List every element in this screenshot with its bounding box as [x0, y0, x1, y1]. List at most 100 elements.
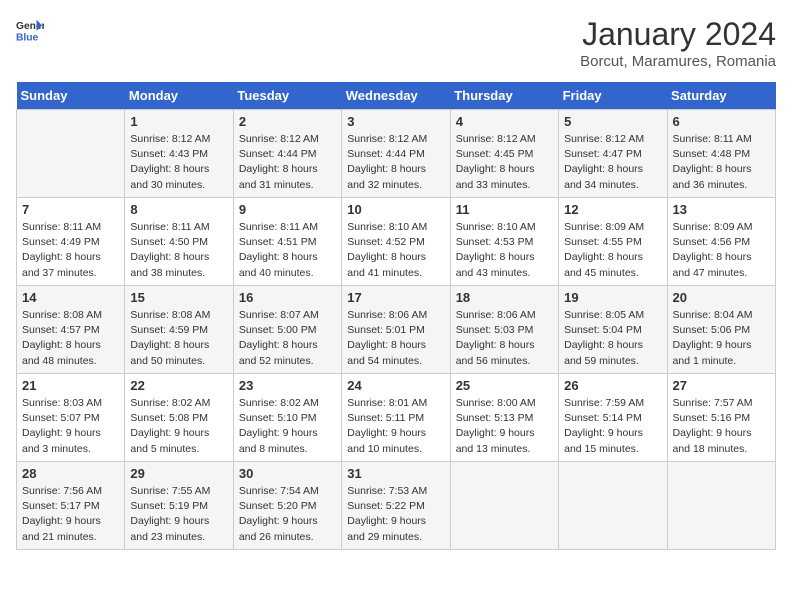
day-number: 16 — [239, 290, 336, 305]
title-area: January 2024 Borcut, Maramures, Romania — [580, 16, 776, 70]
calendar-cell-4-4 — [450, 462, 558, 550]
day-info: Sunrise: 8:11 AM Sunset: 4:49 PM Dayligh… — [22, 220, 119, 281]
day-info: Sunrise: 8:01 AM Sunset: 5:11 PM Dayligh… — [347, 396, 444, 457]
calendar-cell-2-0: 14 Sunrise: 8:08 AM Sunset: 4:57 PM Dayl… — [17, 286, 125, 374]
day-number: 5 — [564, 114, 661, 129]
day-info: Sunrise: 8:11 AM Sunset: 4:48 PM Dayligh… — [673, 132, 770, 193]
day-info: Sunrise: 8:02 AM Sunset: 5:08 PM Dayligh… — [130, 396, 227, 457]
day-number: 10 — [347, 202, 444, 217]
day-number: 31 — [347, 466, 444, 481]
col-thursday: Thursday — [450, 82, 558, 110]
week-row-0: 1 Sunrise: 8:12 AM Sunset: 4:43 PM Dayli… — [17, 110, 776, 198]
day-info: Sunrise: 7:55 AM Sunset: 5:19 PM Dayligh… — [130, 484, 227, 545]
day-info: Sunrise: 8:08 AM Sunset: 4:57 PM Dayligh… — [22, 308, 119, 369]
calendar-cell-1-2: 9 Sunrise: 8:11 AM Sunset: 4:51 PM Dayli… — [233, 198, 341, 286]
day-number: 13 — [673, 202, 770, 217]
calendar-cell-1-0: 7 Sunrise: 8:11 AM Sunset: 4:49 PM Dayli… — [17, 198, 125, 286]
calendar-table: Sunday Monday Tuesday Wednesday Thursday… — [16, 82, 776, 550]
day-info: Sunrise: 8:07 AM Sunset: 5:00 PM Dayligh… — [239, 308, 336, 369]
calendar-cell-3-4: 25 Sunrise: 8:00 AM Sunset: 5:13 PM Dayl… — [450, 374, 558, 462]
col-saturday: Saturday — [667, 82, 775, 110]
logo-icon: General Blue — [16, 16, 44, 44]
day-number: 17 — [347, 290, 444, 305]
day-number: 30 — [239, 466, 336, 481]
calendar-header-row: Sunday Monday Tuesday Wednesday Thursday… — [17, 82, 776, 110]
day-info: Sunrise: 7:54 AM Sunset: 5:20 PM Dayligh… — [239, 484, 336, 545]
day-number: 7 — [22, 202, 119, 217]
day-info: Sunrise: 7:56 AM Sunset: 5:17 PM Dayligh… — [22, 484, 119, 545]
day-number: 2 — [239, 114, 336, 129]
calendar-cell-1-6: 13 Sunrise: 8:09 AM Sunset: 4:56 PM Dayl… — [667, 198, 775, 286]
day-info: Sunrise: 8:09 AM Sunset: 4:56 PM Dayligh… — [673, 220, 770, 281]
week-row-2: 14 Sunrise: 8:08 AM Sunset: 4:57 PM Dayl… — [17, 286, 776, 374]
day-info: Sunrise: 8:05 AM Sunset: 5:04 PM Dayligh… — [564, 308, 661, 369]
col-wednesday: Wednesday — [342, 82, 450, 110]
month-title: January 2024 — [580, 16, 776, 53]
day-info: Sunrise: 8:03 AM Sunset: 5:07 PM Dayligh… — [22, 396, 119, 457]
day-info: Sunrise: 8:09 AM Sunset: 4:55 PM Dayligh… — [564, 220, 661, 281]
calendar-cell-0-6: 6 Sunrise: 8:11 AM Sunset: 4:48 PM Dayli… — [667, 110, 775, 198]
day-info: Sunrise: 8:08 AM Sunset: 4:59 PM Dayligh… — [130, 308, 227, 369]
calendar-cell-4-1: 29 Sunrise: 7:55 AM Sunset: 5:19 PM Dayl… — [125, 462, 233, 550]
col-monday: Monday — [125, 82, 233, 110]
calendar-cell-0-1: 1 Sunrise: 8:12 AM Sunset: 4:43 PM Dayli… — [125, 110, 233, 198]
day-number: 18 — [456, 290, 553, 305]
day-number: 9 — [239, 202, 336, 217]
day-number: 27 — [673, 378, 770, 393]
calendar-cell-3-1: 22 Sunrise: 8:02 AM Sunset: 5:08 PM Dayl… — [125, 374, 233, 462]
calendar-cell-4-3: 31 Sunrise: 7:53 AM Sunset: 5:22 PM Dayl… — [342, 462, 450, 550]
day-number: 3 — [347, 114, 444, 129]
col-tuesday: Tuesday — [233, 82, 341, 110]
day-number: 29 — [130, 466, 227, 481]
calendar-cell-0-0 — [17, 110, 125, 198]
day-number: 4 — [456, 114, 553, 129]
day-number: 22 — [130, 378, 227, 393]
day-info: Sunrise: 8:12 AM Sunset: 4:44 PM Dayligh… — [347, 132, 444, 193]
calendar-cell-1-3: 10 Sunrise: 8:10 AM Sunset: 4:52 PM Dayl… — [342, 198, 450, 286]
calendar-cell-1-5: 12 Sunrise: 8:09 AM Sunset: 4:55 PM Dayl… — [559, 198, 667, 286]
day-info: Sunrise: 7:57 AM Sunset: 5:16 PM Dayligh… — [673, 396, 770, 457]
day-info: Sunrise: 8:00 AM Sunset: 5:13 PM Dayligh… — [456, 396, 553, 457]
calendar-cell-2-1: 15 Sunrise: 8:08 AM Sunset: 4:59 PM Dayl… — [125, 286, 233, 374]
calendar-cell-4-0: 28 Sunrise: 7:56 AM Sunset: 5:17 PM Dayl… — [17, 462, 125, 550]
calendar-cell-0-3: 3 Sunrise: 8:12 AM Sunset: 4:44 PM Dayli… — [342, 110, 450, 198]
calendar-cell-2-6: 20 Sunrise: 8:04 AM Sunset: 5:06 PM Dayl… — [667, 286, 775, 374]
day-number: 28 — [22, 466, 119, 481]
day-info: Sunrise: 8:02 AM Sunset: 5:10 PM Dayligh… — [239, 396, 336, 457]
calendar-cell-3-0: 21 Sunrise: 8:03 AM Sunset: 5:07 PM Dayl… — [17, 374, 125, 462]
day-info: Sunrise: 8:04 AM Sunset: 5:06 PM Dayligh… — [673, 308, 770, 369]
day-info: Sunrise: 8:06 AM Sunset: 5:03 PM Dayligh… — [456, 308, 553, 369]
calendar-cell-4-6 — [667, 462, 775, 550]
calendar-cell-3-6: 27 Sunrise: 7:57 AM Sunset: 5:16 PM Dayl… — [667, 374, 775, 462]
calendar-cell-1-1: 8 Sunrise: 8:11 AM Sunset: 4:50 PM Dayli… — [125, 198, 233, 286]
calendar-cell-0-4: 4 Sunrise: 8:12 AM Sunset: 4:45 PM Dayli… — [450, 110, 558, 198]
day-number: 1 — [130, 114, 227, 129]
calendar-cell-3-2: 23 Sunrise: 8:02 AM Sunset: 5:10 PM Dayl… — [233, 374, 341, 462]
week-row-4: 28 Sunrise: 7:56 AM Sunset: 5:17 PM Dayl… — [17, 462, 776, 550]
day-number: 20 — [673, 290, 770, 305]
week-row-3: 21 Sunrise: 8:03 AM Sunset: 5:07 PM Dayl… — [17, 374, 776, 462]
logo: General Blue — [16, 16, 44, 44]
location-subtitle: Borcut, Maramures, Romania — [580, 53, 776, 70]
day-info: Sunrise: 8:10 AM Sunset: 4:52 PM Dayligh… — [347, 220, 444, 281]
day-number: 26 — [564, 378, 661, 393]
day-number: 15 — [130, 290, 227, 305]
day-info: Sunrise: 8:12 AM Sunset: 4:44 PM Dayligh… — [239, 132, 336, 193]
day-number: 23 — [239, 378, 336, 393]
page-header: General Blue January 2024 Borcut, Maramu… — [16, 16, 776, 70]
calendar-cell-3-5: 26 Sunrise: 7:59 AM Sunset: 5:14 PM Dayl… — [559, 374, 667, 462]
day-number: 25 — [456, 378, 553, 393]
week-row-1: 7 Sunrise: 8:11 AM Sunset: 4:49 PM Dayli… — [17, 198, 776, 286]
calendar-cell-2-2: 16 Sunrise: 8:07 AM Sunset: 5:00 PM Dayl… — [233, 286, 341, 374]
calendar-cell-2-3: 17 Sunrise: 8:06 AM Sunset: 5:01 PM Dayl… — [342, 286, 450, 374]
day-number: 12 — [564, 202, 661, 217]
svg-text:Blue: Blue — [16, 32, 39, 43]
day-number: 11 — [456, 202, 553, 217]
day-number: 19 — [564, 290, 661, 305]
day-info: Sunrise: 7:53 AM Sunset: 5:22 PM Dayligh… — [347, 484, 444, 545]
day-info: Sunrise: 8:10 AM Sunset: 4:53 PM Dayligh… — [456, 220, 553, 281]
calendar-cell-4-5 — [559, 462, 667, 550]
day-info: Sunrise: 8:11 AM Sunset: 4:51 PM Dayligh… — [239, 220, 336, 281]
day-number: 21 — [22, 378, 119, 393]
col-sunday: Sunday — [17, 82, 125, 110]
